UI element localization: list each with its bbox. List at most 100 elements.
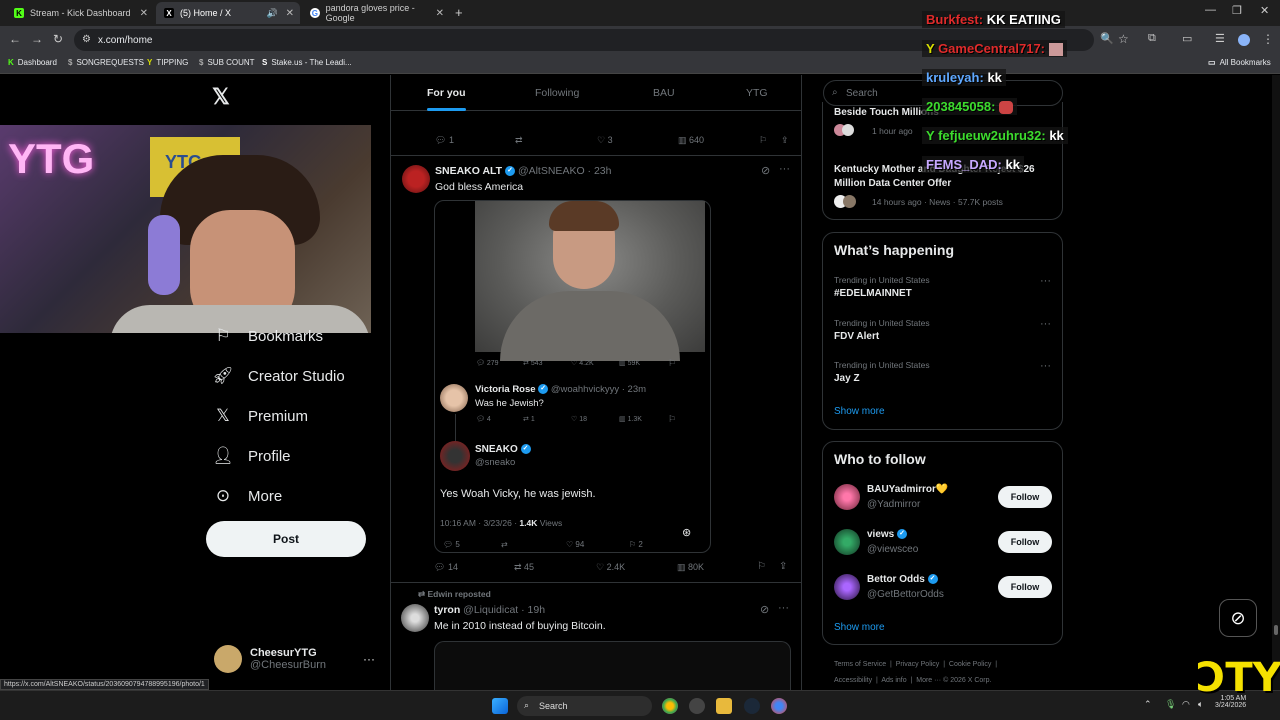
follow-button[interactable]: Follow <box>998 531 1052 553</box>
avatar[interactable] <box>440 384 468 412</box>
author-handle[interactable]: @sneako <box>475 457 515 468</box>
bookmark-dashboard[interactable]: K Dashboard <box>8 58 57 67</box>
like-button[interactable]: ♡ 4.2K <box>571 359 594 367</box>
tweet-time[interactable]: 19h <box>528 604 546 616</box>
tweet-time[interactable]: 23h <box>594 165 612 177</box>
author-name[interactable]: SNEAKO <box>475 444 518 455</box>
avatar[interactable] <box>834 574 860 600</box>
profile-avatar[interactable] <box>1238 34 1250 46</box>
more-dots-icon[interactable]: ··· <box>1040 360 1051 372</box>
repost-by[interactable]: Edwin reposted <box>428 589 491 599</box>
repost-button[interactable]: ⇄ 45 <box>514 562 534 573</box>
footer-link[interactable]: Ads info <box>881 677 906 684</box>
tray-chevron-icon[interactable]: ⌃ <box>1144 699 1152 710</box>
trend-name[interactable]: Jay Z <box>834 373 860 384</box>
repost-button[interactable]: ⇄ <box>501 540 508 549</box>
folder-icon[interactable] <box>716 698 732 714</box>
scrollbar[interactable] <box>1272 75 1280 690</box>
new-tab-button[interactable]: + <box>455 5 463 20</box>
bookmark-tipping[interactable]: Y TIPPING <box>147 58 188 67</box>
tab-x-home[interactable]: X (5) Home / X 🔊 ✕ <box>156 2 300 24</box>
author-handle[interactable]: @Liquidicat <box>463 604 518 616</box>
scrollbar-thumb[interactable] <box>1274 625 1278 635</box>
views-button[interactable]: ▥ 1.3K <box>619 415 642 423</box>
follow-handle[interactable]: @GetBettorOdds <box>867 589 944 600</box>
repost-button[interactable]: ⇄ 543 <box>523 359 543 367</box>
minimize-button[interactable]: — <box>1205 4 1216 16</box>
taskbar-search[interactable]: ⌕ Search <box>517 696 652 716</box>
tweet-media[interactable] <box>434 641 791 690</box>
start-icon[interactable] <box>492 698 508 714</box>
reading-list-icon[interactable]: ☰ <box>1215 32 1225 45</box>
avatar[interactable] <box>401 604 429 632</box>
author-handle[interactable]: @AltSNEAKO <box>518 165 585 177</box>
footer-link[interactable]: More ··· <box>916 677 941 684</box>
bookmark-button[interactable]: ⚐ <box>668 358 676 369</box>
close-icon[interactable]: ✕ <box>286 8 294 19</box>
window-close-button[interactable]: ✕ <box>1260 4 1269 17</box>
tweet-time[interactable]: 23m <box>628 384 646 395</box>
share-button[interactable]: ⇪ <box>781 135 789 146</box>
app-icon[interactable] <box>689 698 705 714</box>
nav-profile[interactable]: 👤︎ Profile <box>212 446 290 466</box>
repost-button[interactable]: ⇄ <box>515 135 523 146</box>
timestamp[interactable]: 10:16 AM · 3/23/26 · <box>440 518 517 528</box>
author-name[interactable]: SNEAKO ALT <box>435 165 502 177</box>
like-button[interactable]: ♡ 18 <box>571 415 587 423</box>
avatar[interactable] <box>834 484 860 510</box>
bookmark-button[interactable]: ⚐ 2 <box>629 540 643 549</box>
avatar[interactable] <box>440 441 470 471</box>
views-button[interactable]: ▥ 640 <box>678 135 704 146</box>
reply-button[interactable]: 💬︎ 279 <box>476 359 499 367</box>
tab-for-you[interactable]: For you <box>427 87 466 111</box>
reply-button[interactable]: 💬︎ 1 <box>435 135 454 146</box>
bookmark-star-icon[interactable]: ☆ <box>1118 32 1129 46</box>
trend-name[interactable]: FDV Alert <box>834 331 879 342</box>
bookmark-songrequests[interactable]: $ SONGREQUESTS <box>68 58 144 67</box>
wifi-icon[interactable]: ◠ <box>1182 699 1190 710</box>
follow-name[interactable]: BAUYadmirror💛 <box>867 484 948 495</box>
maximize-button[interactable]: ❐ <box>1232 4 1242 17</box>
repost-button[interactable]: ⇄ 1 <box>523 415 535 423</box>
forward-button[interactable]: → <box>31 32 43 46</box>
tab-google[interactable]: G pandora gloves price - Google ✕ <box>302 2 450 24</box>
author-name[interactable]: tyron <box>434 604 460 616</box>
grok-icon[interactable]: ⊘ <box>761 164 770 177</box>
show-more-link[interactable]: Show more <box>834 406 885 417</box>
views-button[interactable]: ▥ 59K <box>619 359 640 367</box>
zoom-icon[interactable]: 🔍 <box>1100 32 1114 45</box>
like-button[interactable]: ♡ 94 <box>566 540 584 549</box>
reply-button[interactable]: 💬︎ 4 <box>476 415 491 423</box>
chrome-icon[interactable] <box>771 698 787 714</box>
grok-icon[interactable]: ⊘ <box>760 603 769 616</box>
back-button[interactable]: ← <box>9 32 21 46</box>
avatar[interactable] <box>834 529 860 555</box>
reload-button[interactable]: ↻ <box>53 32 63 46</box>
follow-button[interactable]: Follow <box>998 486 1052 508</box>
footer-link[interactable]: Cookie Policy <box>949 661 991 668</box>
extensions-icon[interactable]: ⧉ <box>1148 32 1156 45</box>
nav-more[interactable]: ⊙ More <box>212 486 282 506</box>
browser-menu-icon[interactable]: ⋮ <box>1262 32 1274 46</box>
footer-link[interactable]: Privacy Policy <box>896 661 940 668</box>
footer-link[interactable]: Terms of Service <box>834 661 886 668</box>
footer-link[interactable]: Accessibility <box>834 677 872 684</box>
follow-name[interactable]: Bettor Odds <box>867 574 925 585</box>
nav-creator-studio[interactable]: 🚀︎ Creator Studio <box>212 366 345 386</box>
show-more-link[interactable]: Show more <box>834 622 885 633</box>
bookmark-button[interactable]: ⚐ <box>757 561 766 572</box>
bookmark-button[interactable]: ⚐ <box>668 414 676 425</box>
like-button[interactable]: ♡ 2.4K <box>596 562 625 573</box>
tab-ytg[interactable]: YTG <box>746 87 768 99</box>
bookmark-button[interactable]: ⚐ <box>759 135 767 146</box>
tab-following[interactable]: Following <box>535 87 579 99</box>
trend-name[interactable]: #EDELMAINNET <box>834 288 912 299</box>
tab-bau[interactable]: BAU <box>653 87 675 99</box>
follow-handle[interactable]: @viewsceo <box>867 544 918 555</box>
site-info-icon[interactable]: ⚙ <box>82 34 91 45</box>
account-switcher[interactable]: CheesurYTG @CheesurBurn <box>214 645 326 673</box>
author-name[interactable]: Victoria Rose <box>475 384 536 395</box>
grok-button[interactable]: ⊘ <box>1219 599 1257 637</box>
reply-button[interactable]: 💬︎ 14 <box>434 562 458 573</box>
nav-bookmarks[interactable]: ⚐ Bookmarks <box>212 326 323 346</box>
